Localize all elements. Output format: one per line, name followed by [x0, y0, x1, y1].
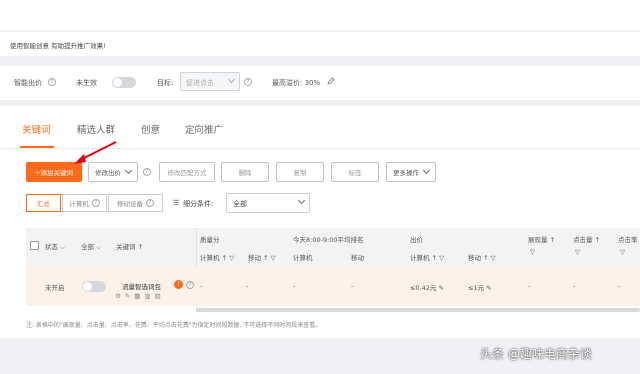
footnote: 注: 表格中的"展现量、点击量、点击率、花费、平均点击花费"为指定时间段数据, … — [26, 322, 322, 329]
row-rank-pc: - — [293, 282, 296, 290]
today-rank-header: 今天8:00-9:00平均排名 — [293, 236, 364, 244]
qs-pc-subheader[interactable]: 计算机 ↑ ▽ — [200, 252, 234, 262]
more-ops-label: 更多操作 — [393, 169, 419, 177]
tab-creative[interactable]: 创意 — [141, 122, 160, 136]
more-ops-button[interactable]: 更多操作 — [386, 162, 436, 182]
info-icon[interactable]: ! — [174, 280, 183, 289]
edit-icon[interactable]: ✎ — [125, 292, 134, 300]
row-toggle[interactable] — [82, 281, 106, 292]
delete-icon[interactable]: ▤ — [155, 292, 165, 300]
goal-select[interactable]: 促进点击 — [180, 72, 240, 91]
premium-label: 最高溢价: 30% — [272, 79, 321, 87]
chevron-down-icon — [297, 196, 306, 205]
row-bid-pc[interactable]: ≤0.42元 ✎ — [410, 282, 444, 292]
row-action-icons: ⚙✎▦▥▤ — [115, 292, 165, 300]
row-qs-pc: - — [200, 282, 203, 290]
seg-mobile[interactable]: 移动设备 ? — [108, 194, 163, 212]
bar-chart-icon[interactable]: ▥ — [144, 292, 154, 300]
breakdown-label: 细分条件: — [183, 200, 214, 208]
chevron-down-icon — [227, 75, 236, 84]
tip-bar: 使用智能创意 有助提升推广效果! — [0, 32, 640, 56]
row-keyword[interactable]: 流量智选词包 — [122, 281, 161, 291]
tag-button[interactable]: 标签 — [331, 162, 379, 182]
row-rank-mobile: - — [351, 282, 354, 290]
all-header[interactable]: 全部 ⌵ — [81, 241, 101, 252]
row-bid-mobile[interactable]: ≤1元 ✎ — [468, 282, 492, 292]
click-rate-header[interactable]: 点击率 — [618, 234, 638, 244]
settings-icon[interactable]: ⚙ — [115, 292, 125, 300]
breakdown-value: 全部 — [233, 200, 247, 208]
bid-pc-subheader[interactable]: 计算机 ↑ ▽ — [410, 252, 444, 262]
row-clicks: - — [573, 282, 576, 290]
goal-label: 目标: — [157, 79, 174, 87]
quality-score-header: 质量分 — [200, 236, 220, 244]
goal-help-icon[interactable]: ? — [244, 78, 252, 86]
bid-header: 出价 — [410, 236, 423, 244]
edit-icon[interactable] — [327, 77, 335, 85]
help-icon: ? — [146, 199, 154, 207]
modify-match-button[interactable]: 修改匹配方式 — [159, 162, 215, 182]
annotation-arrow — [74, 141, 117, 164]
horizontal-scrollbar[interactable] — [196, 308, 640, 312]
click-rate-filter-icon[interactable]: ▽ — [620, 248, 625, 256]
tab-audience[interactable]: 精选人群 — [77, 122, 115, 136]
chart-icon[interactable]: ▦ — [134, 292, 144, 300]
seg-summary[interactable]: 汇总 — [26, 194, 61, 212]
chevron-down-icon — [124, 166, 133, 175]
bid-help-icon[interactable]: ? — [143, 168, 151, 176]
smart-bid-label: 智能出价 — [14, 79, 42, 87]
row-status: 未开启 — [45, 284, 65, 292]
bid-mobile-subheader[interactable]: 移动 ↑ ▽ — [468, 252, 496, 262]
status-header[interactable]: 状态 ⌵ — [45, 241, 65, 252]
top-banner — [0, 0, 640, 30]
rank-mobile-subheader: 移动 — [351, 254, 364, 262]
row-click-rate: - — [618, 282, 621, 290]
tip-text: 使用智能创意 有助提升推广效果! — [10, 42, 106, 50]
tab-targeting[interactable]: 定向推广 — [185, 122, 223, 136]
copy-button[interactable]: 复制 — [276, 162, 324, 182]
help-icon: ? — [91, 199, 100, 207]
seg-mobile-label: 移动设备 — [117, 200, 143, 208]
help-icon[interactable]: ? — [186, 281, 194, 289]
settings-bar: 智能出价 ? 未生效 目标: 促进点击 ? 最高溢价: 30% — [0, 66, 640, 100]
tab-active-underline — [20, 146, 54, 148]
select-all-checkbox[interactable] — [30, 241, 39, 250]
row-impressions: - — [528, 282, 531, 290]
impressions-header[interactable]: 展现量 ↑ — [528, 234, 555, 244]
clicks-filter-icon[interactable]: ▽ — [575, 248, 580, 256]
impressions-filter-icon[interactable]: ▽ — [530, 248, 535, 256]
rank-pc-subheader: 计算机 — [293, 254, 313, 262]
goal-value: 促进点击 — [186, 79, 214, 87]
row-qs-mobile: - — [246, 282, 249, 290]
help-icon[interactable]: ? — [48, 78, 56, 86]
qs-mobile-subheader[interactable]: 移动 ↑ ▽ — [248, 252, 276, 262]
status-text: 未生效 — [76, 79, 97, 87]
breakdown-select[interactable]: 全部 — [226, 193, 310, 213]
tab-keywords[interactable]: 关键词 — [22, 122, 51, 136]
seg-pc-label: 计算机 — [69, 200, 89, 208]
keyword-header[interactable]: 关键词 ↑ — [116, 241, 143, 251]
table-row — [26, 266, 640, 306]
modify-bid-label: 修改出价 — [95, 169, 121, 177]
filter-icon: ☰ — [173, 199, 180, 207]
delete-button[interactable]: 删除 — [221, 162, 269, 182]
watermark: 头条 @趣味电商杂谈 — [480, 347, 592, 361]
chevron-down-icon — [422, 166, 431, 175]
seg-pc[interactable]: 计算机 ? — [62, 194, 107, 212]
smart-bid-toggle[interactable] — [112, 77, 136, 88]
clicks-header[interactable]: 点击量 ↑ — [573, 234, 600, 244]
